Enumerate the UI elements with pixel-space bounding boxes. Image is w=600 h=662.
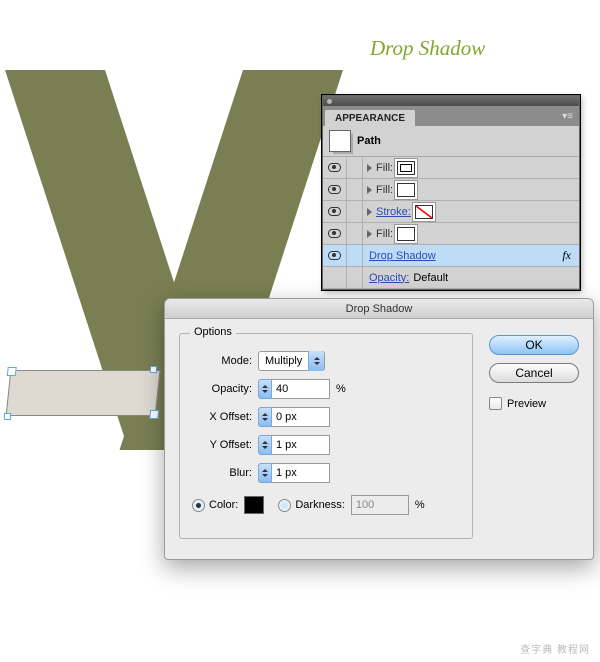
darkness-unit: % — [415, 499, 425, 511]
spacer — [347, 179, 363, 201]
panel-tabs: APPEARANCE ▾≡ — [323, 106, 579, 126]
appearance-panel: APPEARANCE ▾≡ Path Fill: Fill: Stroke: F… — [322, 95, 580, 290]
spacer — [347, 223, 363, 245]
xoffset-field[interactable] — [272, 407, 330, 427]
yoffset-stepper[interactable] — [258, 435, 272, 455]
mode-select[interactable]: Multiply — [258, 351, 325, 371]
visibility-eye-icon[interactable] — [328, 251, 341, 260]
panel-titlebar[interactable] — [323, 96, 579, 106]
yoffset-label: Y Offset: — [192, 439, 252, 451]
spacer — [347, 245, 363, 267]
blur-label: Blur: — [192, 467, 252, 479]
fill-swatch[interactable] — [397, 183, 415, 197]
blur-stepper[interactable] — [258, 463, 272, 483]
opacity-value: Default — [413, 272, 448, 284]
visibility-eye-icon[interactable] — [328, 185, 341, 194]
selection-handle[interactable] — [4, 413, 11, 420]
spacer — [347, 201, 363, 223]
darkness-radio[interactable] — [278, 499, 291, 512]
spacer — [323, 267, 347, 289]
cancel-button[interactable]: Cancel — [489, 363, 579, 383]
row-label: Fill: — [376, 228, 393, 240]
panel-dot — [327, 99, 332, 104]
preview-checkbox[interactable] — [489, 397, 502, 410]
row-label: Fill: — [376, 184, 393, 196]
appearance-row-fill[interactable]: Fill: — [323, 157, 579, 179]
appearance-row-fill[interactable]: Fill: — [323, 223, 579, 245]
options-group: Options Mode: Multiply Opacity: % X Offs… — [179, 333, 473, 539]
preview-label: Preview — [507, 398, 546, 410]
disclosure-triangle-icon[interactable] — [367, 208, 372, 216]
drop-shadow-dialog: Drop Shadow Options Mode: Multiply Opaci… — [164, 298, 594, 560]
fill-swatch[interactable] — [397, 227, 415, 241]
dropdown-arrows-icon[interactable] — [308, 351, 324, 371]
color-label: Color: — [209, 499, 238, 511]
opacity-field[interactable] — [272, 379, 330, 399]
dialog-button-column: OK Cancel Preview — [489, 333, 579, 539]
mode-value: Multiply — [265, 355, 302, 367]
mode-label: Mode: — [192, 355, 252, 367]
disclosure-triangle-icon[interactable] — [367, 230, 372, 238]
opacity-label[interactable]: Opacity: — [369, 272, 409, 284]
opacity-label: Opacity: — [192, 383, 252, 395]
stroke-swatch-none[interactable] — [415, 205, 433, 219]
object-thumbnail — [329, 130, 351, 152]
fx-icon[interactable]: fx — [562, 248, 571, 263]
yoffset-field[interactable] — [272, 435, 330, 455]
disclosure-triangle-icon[interactable] — [367, 164, 372, 172]
ok-button[interactable]: OK — [489, 335, 579, 355]
darkness-label: Darkness: — [295, 499, 345, 511]
visibility-eye-icon[interactable] — [328, 207, 341, 216]
selected-ribbon-path[interactable] — [6, 370, 161, 416]
effect-name[interactable]: Drop Shadow — [369, 250, 436, 262]
appearance-row-stroke[interactable]: Stroke: — [323, 201, 579, 223]
annotation-title: Drop Shadow — [370, 36, 485, 61]
color-radio[interactable] — [192, 499, 205, 512]
watermark: 查字典 教程网 — [520, 641, 590, 656]
appearance-row-opacity[interactable]: Opacity: Default — [323, 267, 579, 289]
dialog-title[interactable]: Drop Shadow — [165, 299, 593, 319]
spacer — [347, 157, 363, 179]
appearance-row-fill[interactable]: Fill: — [323, 179, 579, 201]
spacer — [347, 267, 363, 289]
opacity-unit: % — [336, 383, 346, 395]
xoffset-stepper[interactable] — [258, 407, 272, 427]
panel-object-row: Path — [323, 126, 579, 157]
tab-appearance[interactable]: APPEARANCE — [325, 110, 415, 126]
row-label: Fill: — [376, 162, 393, 174]
selection-handle[interactable] — [150, 366, 157, 373]
group-legend: Options — [190, 326, 236, 338]
appearance-row-effect-selected[interactable]: Drop Shadow fx — [323, 245, 579, 267]
opacity-stepper[interactable] — [258, 379, 272, 399]
darkness-field — [351, 495, 409, 515]
blur-field[interactable] — [272, 463, 330, 483]
disclosure-triangle-icon[interactable] — [367, 186, 372, 194]
xoffset-label: X Offset: — [192, 411, 252, 423]
fill-swatch[interactable] — [397, 161, 415, 175]
object-type-label: Path — [357, 135, 381, 147]
visibility-eye-icon[interactable] — [328, 163, 341, 172]
panel-menu-icon[interactable]: ▾≡ — [562, 111, 573, 122]
row-label[interactable]: Stroke: — [376, 206, 411, 218]
visibility-eye-icon[interactable] — [328, 229, 341, 238]
color-swatch[interactable] — [244, 496, 264, 514]
